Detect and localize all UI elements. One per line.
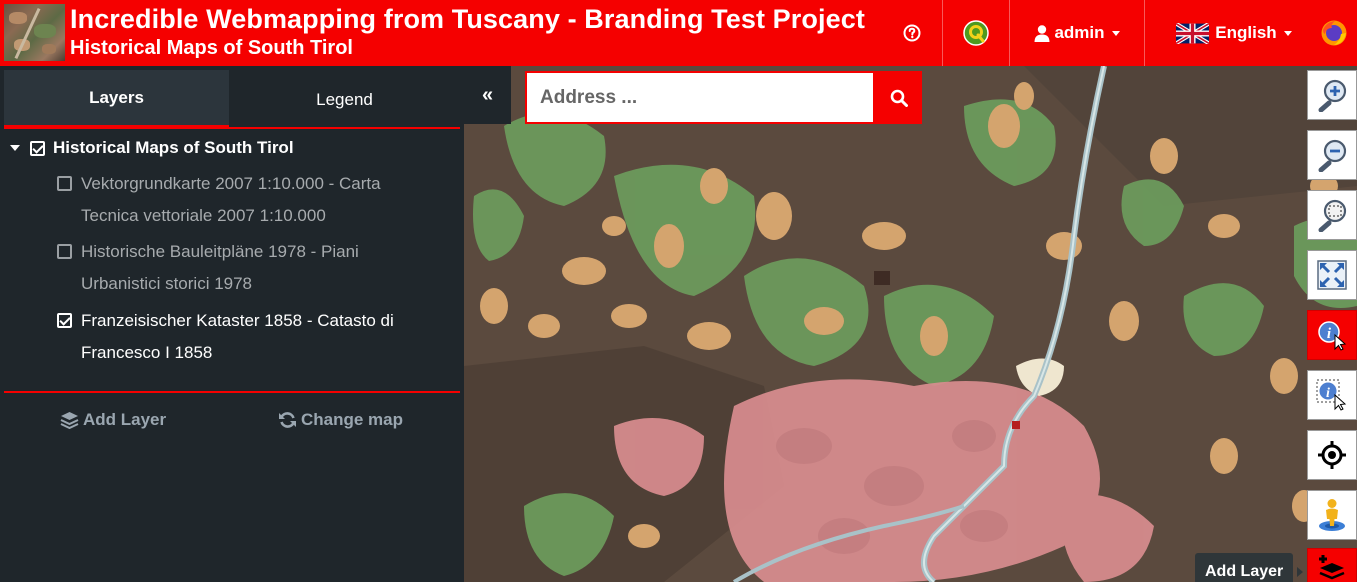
add-layer-tooltip: Add Layer (1195, 553, 1294, 582)
tab-layers[interactable]: Layers (4, 70, 229, 129)
change-map-label: Change map (301, 410, 404, 429)
app-header: Incredible Webmapping from Tuscany - Bra… (0, 0, 1357, 66)
caret-down-icon[interactable] (10, 145, 20, 151)
tooltip-arrow (1297, 567, 1303, 577)
language-menu[interactable]: English (1164, 0, 1304, 66)
help-button[interactable] (882, 0, 942, 66)
layer-item-kataster[interactable]: Franzeisischer Kataster 1858 - Catasto d… (57, 305, 437, 369)
layer-checkbox[interactable] (57, 313, 72, 328)
tab-divider (4, 127, 460, 129)
zoom-in-icon (1318, 79, 1347, 112)
layer-item-vektorgrundkarte[interactable]: Vektorgrundkarte 2007 1:10.000 - Carta T… (57, 168, 437, 232)
firefox-icon-button[interactable] (1310, 0, 1357, 66)
zoom-extent-button[interactable] (1307, 250, 1357, 300)
collapse-panel-button[interactable]: « (464, 66, 511, 124)
change-map-button[interactable]: Change map (278, 410, 403, 430)
layer-group-historical-maps[interactable]: Historical Maps of South Tirol (10, 136, 294, 160)
header-separator (1144, 0, 1145, 66)
group-label: Historical Maps of South Tirol (53, 138, 294, 157)
language-label: English (1215, 23, 1277, 42)
street-view-button[interactable] (1307, 490, 1357, 540)
panel-divider (4, 391, 460, 393)
question-circle-icon (903, 24, 921, 42)
historical-map-image (464, 66, 1357, 582)
add-layer-button[interactable]: Add Layer (60, 410, 166, 430)
tab-legend[interactable]: Legend (229, 70, 460, 129)
firefox-icon (1321, 20, 1346, 46)
zoom-out-icon (1318, 139, 1347, 172)
layer-label: Vektorgrundkarte 2007 1:10.000 - Carta (81, 174, 381, 193)
layer-item-bauleitplaene[interactable]: Historische Bauleitpläne 1978 - Piani Ur… (57, 236, 437, 300)
project-subtitle: Historical Maps of South Tirol (70, 37, 353, 59)
add-layer-map-button[interactable] (1307, 548, 1357, 582)
add-layer-label: Add Layer (83, 410, 167, 429)
zoom-out-button[interactable] (1307, 130, 1357, 180)
layers-icon (60, 412, 79, 429)
uk-flag-icon (1176, 22, 1210, 44)
zoom-in-button[interactable] (1307, 70, 1357, 120)
user-label: admin (1054, 23, 1105, 42)
layer-label: Tecnica vettoriale 2007 1:10.000 (81, 206, 326, 225)
layer-checkbox[interactable] (57, 244, 72, 259)
geolocate-button[interactable] (1307, 430, 1357, 480)
layer-label: Historische Bauleitpläne 1978 - Piani (81, 242, 359, 261)
identify-area-button[interactable]: i (1307, 370, 1357, 420)
user-menu[interactable]: admin (1010, 0, 1144, 66)
layer-checkbox[interactable] (57, 176, 72, 191)
address-search-input[interactable] (540, 86, 860, 109)
map-canvas[interactable]: « Address ... i i Add Layer (464, 66, 1357, 582)
layer-label: Urbanistici storici 1978 (81, 274, 253, 293)
layer-label: Franzeisischer Kataster 1858 - Catasto d… (81, 311, 394, 330)
identify-button[interactable]: i (1307, 310, 1357, 360)
chevron-down-icon (1111, 30, 1120, 36)
refresh-icon (279, 412, 296, 428)
pegman-icon (1319, 499, 1345, 531)
search-button[interactable] (875, 71, 922, 124)
info-select-icon: i (1316, 379, 1347, 411)
qgis-button[interactable] (943, 0, 1009, 66)
expand-icon (1317, 260, 1347, 290)
double-chevron-left-icon: « (481, 83, 494, 106)
chevron-down-icon (1283, 30, 1292, 36)
project-logo (4, 4, 65, 61)
svg-text:i: i (1326, 386, 1330, 401)
address-search (525, 71, 875, 124)
zoom-box-button[interactable] (1307, 190, 1357, 240)
info-cursor-icon: i (1318, 321, 1347, 351)
layer-panel: Layers Legend Historical Maps of South T… (0, 66, 464, 582)
add-layer-icon (1319, 555, 1345, 580)
user-icon (1034, 24, 1050, 42)
zoom-box-icon (1318, 199, 1347, 232)
group-checkbox[interactable] (30, 140, 45, 156)
app-title: Incredible Webmapping from Tuscany - Bra… (70, 4, 865, 34)
crosshair-icon (1318, 441, 1346, 469)
search-icon (890, 89, 908, 107)
layer-label: Francesco I 1858 (81, 343, 213, 362)
panel-tabs: Layers Legend (4, 70, 460, 129)
qgis-icon (963, 20, 989, 46)
